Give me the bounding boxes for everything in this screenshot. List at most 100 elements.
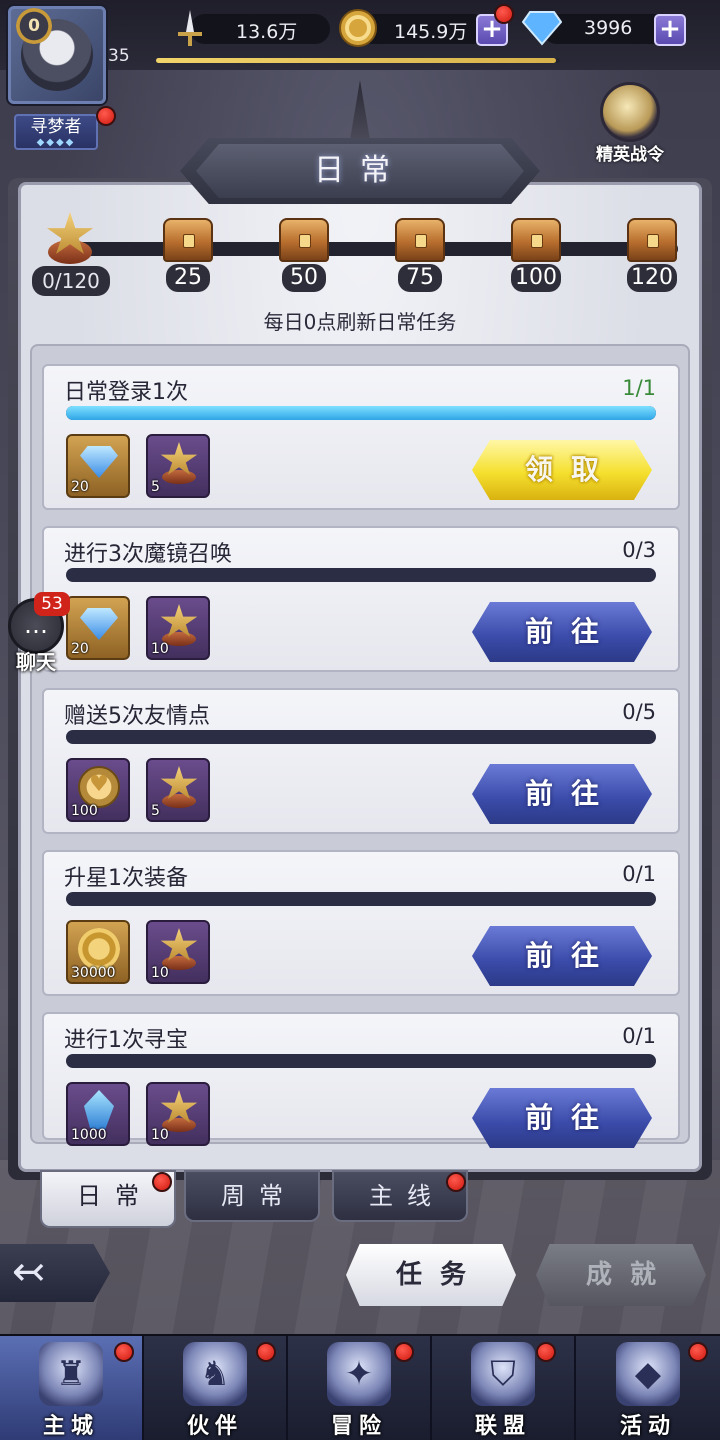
nav-label: 伙伴 (186, 1414, 243, 1439)
notification-dot (114, 1342, 134, 1362)
task-card: 升星1次装备 0/1 30000 10 前往 (42, 850, 680, 996)
milestone-chest[interactable]: 75 (388, 218, 452, 314)
shield-icon: ⛉ (471, 1342, 535, 1406)
friendship-coin-icon (78, 766, 120, 808)
milestone-value: 100 (511, 264, 561, 292)
task-progress-text: 0/1 (622, 1024, 656, 1048)
task-progress-bar (66, 1054, 656, 1068)
reward-activity-star[interactable]: 5 (146, 434, 210, 498)
nav-label: 冒险 (330, 1414, 387, 1439)
task-card: 日常登录1次 1/1 20 5 领取 (42, 364, 680, 510)
notification-dot (256, 1342, 276, 1362)
activity-points: 0/120 (32, 266, 110, 296)
go-button[interactable]: 前往 (472, 602, 652, 662)
treasure-chest-icon (163, 218, 213, 262)
milestone-chest[interactable]: 50 (272, 218, 336, 314)
notification-dot (446, 1172, 466, 1192)
task-progress-fill (66, 406, 656, 420)
activity-star-icon (44, 212, 96, 268)
mode-tasks-button[interactable]: 任务 (346, 1244, 516, 1306)
cards-icon: ◆ (616, 1342, 680, 1406)
reward-count: 10 (151, 1127, 169, 1143)
notification-dot (494, 4, 514, 24)
nav-label: 活动 (619, 1414, 676, 1439)
reward-crystal[interactable]: 1000 (66, 1082, 130, 1146)
notification-dot (394, 1342, 414, 1362)
panel-title: 日常 (196, 144, 524, 198)
treasure-chest-icon (279, 218, 329, 262)
castle-icon: ♜ (39, 1342, 103, 1406)
milestone-value: 120 (627, 264, 677, 292)
exp-bar-fill (156, 58, 556, 63)
reward-friendship-coin[interactable]: 100 (66, 758, 130, 822)
milestone-value: 25 (166, 264, 210, 292)
diamond-icon (522, 8, 562, 48)
task-name: 赠送5次友情点 (64, 704, 210, 729)
task-progress-text: 0/3 (622, 538, 656, 562)
gold-coin-icon (78, 928, 120, 970)
go-button[interactable]: 前往 (472, 764, 652, 824)
notification-dot (152, 1172, 172, 1192)
milestone-chest[interactable]: 100 (504, 218, 568, 314)
back-button[interactable]: ↢ (0, 1244, 110, 1302)
back-arrow-icon: ↢ (12, 1249, 46, 1295)
task-progress-text: 1/1 (622, 376, 656, 400)
diamond-icon (80, 608, 118, 640)
companion-icon: ♞ (183, 1342, 247, 1406)
player-title: 寻梦者 (30, 117, 82, 137)
mode-achievements-button[interactable]: 成就 (536, 1244, 706, 1306)
task-progress-bar (66, 568, 656, 582)
reward-diamond[interactable]: 20 (66, 434, 130, 498)
notification-dot (96, 106, 116, 126)
task-name: 日常登录1次 (64, 380, 188, 405)
tab-weekly[interactable]: 周常 (184, 1170, 320, 1222)
task-card: 进行1次寻宝 0/1 1000 10 前往 (42, 1012, 680, 1148)
crystal-icon (84, 1090, 114, 1130)
combat-power: 13.6万 (170, 10, 330, 46)
reward-count: 5 (151, 803, 160, 819)
milestone-value: 50 (282, 264, 326, 292)
chat-button[interactable]: … 聊天 53 (4, 592, 70, 674)
elite-pass-label: 精英战令 (596, 145, 664, 165)
reward-activity-star[interactable]: 10 (146, 596, 210, 660)
reward-activity-star[interactable]: 10 (146, 1082, 210, 1146)
reward-activity-star[interactable]: 5 (146, 758, 210, 822)
reward-count: 1000 (71, 1127, 107, 1143)
refresh-note: 每日0点刷新日常任务 (263, 310, 457, 334)
go-button[interactable]: 前往 (472, 926, 652, 986)
milestone-chest[interactable]: 25 (156, 218, 220, 314)
chat-label: 聊天 (16, 650, 56, 674)
go-button[interactable]: 前往 (472, 1088, 652, 1148)
combat-power-value: 13.6万 (236, 21, 298, 43)
task-progress-bar (66, 406, 656, 420)
treasure-chest-icon (395, 218, 445, 262)
task-progress-bar (66, 892, 656, 906)
player-level: 35 (108, 46, 130, 66)
notification-dot (688, 1342, 708, 1362)
reward-count: 20 (71, 479, 89, 495)
diamond-icon (80, 446, 118, 478)
task-progress-text: 0/1 (622, 862, 656, 886)
gold-resource: 145.9万 (338, 9, 488, 47)
reward-activity-star[interactable]: 10 (146, 920, 210, 984)
task-progress-text: 0/5 (622, 700, 656, 724)
reward-count: 100 (71, 803, 98, 819)
treasure-chest-icon (511, 218, 561, 262)
claim-button[interactable]: 领取 (472, 440, 652, 500)
player-title-tag[interactable]: 寻梦者 ◆◆◆◆ (14, 114, 98, 150)
milestone-chest[interactable]: 120 (620, 218, 684, 314)
elite-pass-button[interactable]: 精英战令 (588, 82, 672, 165)
diamond-resource: 3996 (522, 11, 672, 46)
reward-count: 10 (151, 965, 169, 981)
reward-diamond[interactable]: 20 (66, 596, 130, 660)
chat-unread-count: 53 (34, 592, 70, 616)
bottom-navigation: ♜ 主城 ♞ 伙伴 ✦ 冒险 ⛉ 联盟 ◆ 活动 (0, 1334, 720, 1440)
treasure-chest-icon (627, 218, 677, 262)
vip-level-badge: 0 (16, 8, 52, 44)
elite-pass-medal-icon (600, 82, 660, 142)
add-diamond-button[interactable]: + (654, 14, 686, 46)
task-progress-bar (66, 730, 656, 744)
reward-gold-coin[interactable]: 30000 (66, 920, 130, 984)
sword-power-icon (170, 8, 210, 48)
reward-count: 5 (151, 479, 160, 495)
